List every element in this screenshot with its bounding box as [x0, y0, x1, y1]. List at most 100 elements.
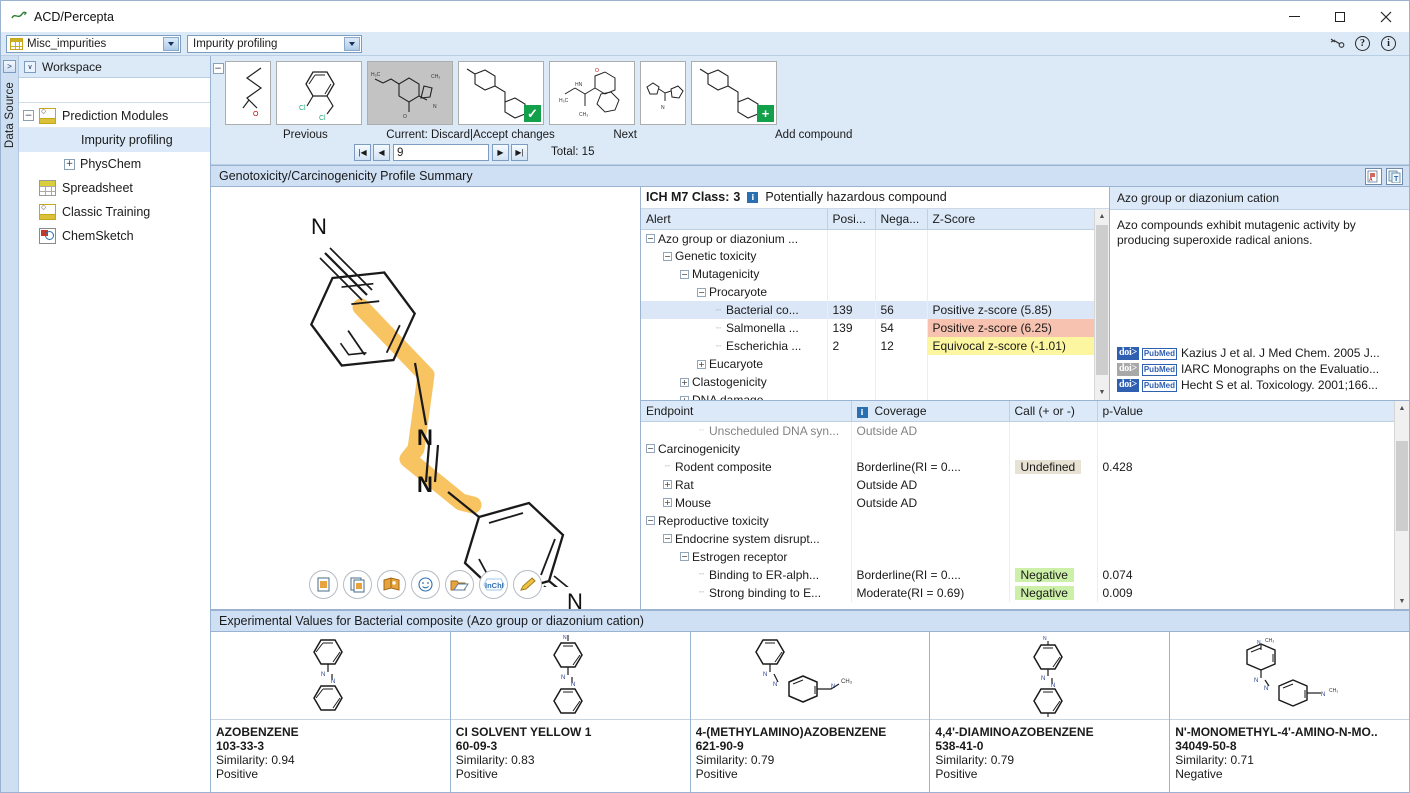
tree-label-cell[interactable]: −Carcinogenicity [641, 440, 851, 458]
endpoint-col-endpoint[interactable]: Endpoint [641, 401, 851, 422]
sidebar-item-prediction-modules[interactable]: − Prediction Modules [19, 104, 210, 128]
table-row[interactable]: +Clastogenicity [641, 373, 1109, 391]
table-row[interactable]: ┈Rodent compositeBorderline(RI = 0....Un… [641, 458, 1409, 476]
endpoint-col-pvalue[interactable]: p-Value [1097, 401, 1409, 422]
doi-link-icon[interactable]: doi> [1117, 347, 1139, 360]
experimental-compound-card[interactable]: NNN4,4'-DIAMINOAZOBENZENE538-41-0Similar… [930, 632, 1170, 792]
tree-toggle-icon[interactable]: − [663, 252, 672, 261]
table-row[interactable]: −Genetic toxicity [641, 247, 1109, 265]
minimize-button[interactable] [1271, 1, 1317, 32]
add-compound-slot[interactable]: + [691, 61, 777, 125]
tree-toggle-icon[interactable]: + [680, 396, 689, 400]
smiles-icon[interactable] [411, 570, 440, 599]
sidebar-item-chemsketch[interactable]: ChemSketch [19, 224, 210, 248]
text-export-icon[interactable]: T [1386, 168, 1403, 185]
sidebar-item-impurity-profiling[interactable]: Impurity profiling [19, 128, 210, 152]
first-compound-button[interactable]: |◀ [354, 144, 371, 161]
reference-item[interactable]: doi>PubMedHecht S et al. Toxicology. 200… [1117, 378, 1402, 393]
tree-toggle-icon[interactable]: − [646, 444, 655, 453]
tree-toggle-icon[interactable]: + [697, 360, 706, 369]
tree-label-cell[interactable]: ┈Strong binding to E... [641, 584, 851, 602]
scroll-up-icon-2[interactable]: ▲ [1395, 401, 1409, 416]
current-actions-label[interactable]: Current: Discard|Accept changes [386, 129, 555, 141]
scrollbar-thumb-2[interactable] [1396, 441, 1408, 531]
table-row[interactable]: ┈Unscheduled DNA syn...Outside AD [641, 422, 1409, 440]
reference-item[interactable]: doi>PubMedIARC Monographs on the Evaluat… [1117, 362, 1402, 377]
tree-label-cell[interactable]: +Clastogenicity [641, 373, 827, 391]
pubmed-link-icon[interactable]: PubMed [1142, 364, 1177, 376]
table-row[interactable]: −Azo group or diazonium ... [641, 229, 1109, 247]
tree-label-cell[interactable]: +Eucaryote [641, 355, 827, 373]
tree-label-cell[interactable]: ┈Salmonella ... [641, 319, 827, 337]
workspace-collapse-icon[interactable]: ∨ [24, 61, 36, 73]
coverage-info-icon[interactable]: i [857, 407, 868, 418]
rail-expand-icon[interactable]: > [3, 60, 16, 73]
table-row[interactable]: +Eucaryote [641, 355, 1109, 373]
table-row[interactable]: −Mutagenicity [641, 265, 1109, 283]
tree-toggle-icon[interactable]: − [23, 110, 34, 121]
tree-label-cell[interactable]: −Endocrine system disrupt... [641, 530, 851, 548]
table-row[interactable]: +MouseOutside AD [641, 494, 1409, 512]
copy-structure-icon[interactable] [309, 570, 338, 599]
tree-toggle-icon[interactable]: + [663, 498, 672, 507]
tree-toggle-icon[interactable]: − [663, 534, 672, 543]
sidebar-item-classic-training[interactable]: Classic Training [19, 200, 210, 224]
module-dropdown[interactable]: Impurity profiling [187, 35, 362, 53]
tree-label-cell[interactable]: ┈Unscheduled DNA syn... [641, 422, 851, 440]
table-row[interactable]: −Endocrine system disrupt... [641, 530, 1409, 548]
help-icon[interactable]: ? [1354, 35, 1371, 52]
alert-col-zscore[interactable]: Z-Score [927, 209, 1109, 230]
scrollbar-thumb[interactable] [1096, 225, 1108, 375]
dataset-dropdown[interactable]: Misc_impurities [6, 35, 181, 53]
tree-toggle-icon[interactable]: + [64, 159, 75, 170]
tree-label-cell[interactable]: −Genetic toxicity [641, 247, 827, 265]
table-row[interactable]: +DNA damage [641, 391, 1109, 400]
tree-label-cell[interactable]: ┈Binding to ER-alph... [641, 566, 851, 584]
table-row[interactable]: ┈Strong binding to E...Moderate(RI = 0.6… [641, 584, 1409, 602]
inchi-icon[interactable]: InChI [479, 570, 508, 599]
tree-label-cell[interactable]: −Procaryote [641, 283, 827, 301]
scroll-down-icon[interactable]: ▼ [1095, 385, 1109, 400]
strip-collapse[interactable]: − [211, 61, 225, 161]
chevron-down-icon-2[interactable] [344, 37, 360, 51]
table-row[interactable]: ┈Bacterial co...13956Positive z-score (5… [641, 301, 1109, 319]
open-folder-icon[interactable] [445, 570, 474, 599]
tree-label-cell[interactable]: ┈Escherichia ... [641, 337, 827, 355]
table-row[interactable]: −Procaryote [641, 283, 1109, 301]
tree-label-cell[interactable]: ┈Bacterial co... [641, 301, 827, 319]
endpoint-col-call[interactable]: Call (+ or -) [1009, 401, 1097, 422]
table-row[interactable]: −Carcinogenicity [641, 440, 1409, 458]
endpoint-col-coverage[interactable]: iCoverage [851, 401, 1009, 422]
previous-compound-button[interactable]: ◀ [373, 144, 390, 161]
compound-thumbnail[interactable]: Cl Cl [276, 61, 362, 125]
table-row[interactable]: ┈Escherichia ...212Equivocal z-score (-1… [641, 337, 1109, 355]
table-row[interactable]: +RatOutside AD [641, 476, 1409, 494]
compound-thumbnail[interactable]: HN O H₃C CH₃ [549, 61, 635, 125]
alert-col-negative[interactable]: Nega... [875, 209, 927, 230]
sidebar-item-spreadsheet[interactable]: Spreadsheet [19, 176, 210, 200]
data-source-rail[interactable]: > Data Source [1, 56, 19, 792]
table-row[interactable]: ┈Binding to ER-alph...Borderline(RI = 0.… [641, 566, 1409, 584]
sidebar-item-physchem[interactable]: + PhysChem [19, 152, 210, 176]
tree-label-cell[interactable]: +Rat [641, 476, 851, 494]
tree-toggle-icon[interactable]: − [697, 288, 706, 297]
compound-index-input[interactable]: 9 [393, 144, 489, 161]
tree-toggle-icon[interactable]: − [680, 552, 689, 561]
alert-col-alert[interactable]: Alert [641, 209, 827, 230]
reference-item[interactable]: doi>PubMedKazius J et al. J Med Chem. 20… [1117, 346, 1402, 361]
doi-link-icon[interactable]: doi> [1117, 379, 1139, 392]
tree-toggle-icon[interactable]: − [646, 516, 655, 525]
structure-viewer[interactable]: N N N [211, 187, 641, 609]
experimental-compound-card[interactable]: NNNCI SOLVENT YELLOW 160-09-3Similarity:… [451, 632, 691, 792]
tree-toggle-icon[interactable]: + [680, 378, 689, 387]
table-row[interactable]: ┈Salmonella ...13954Positive z-score (6.… [641, 319, 1109, 337]
compound-thumbnail[interactable]: ✓ [458, 61, 544, 125]
chevron-down-icon[interactable] [163, 37, 179, 51]
info-icon[interactable]: i [1380, 35, 1397, 52]
experimental-compound-card[interactable]: NCH₃NNNCH₃N'-MONOMETHYL-4'-AMINO-N-MO..3… [1170, 632, 1409, 792]
maximize-button[interactable] [1317, 1, 1363, 32]
edit-pencil-icon[interactable] [513, 570, 542, 599]
compound-thumbnail[interactable]: N [640, 61, 686, 125]
tree-label-cell[interactable]: ┈Rodent composite [641, 458, 851, 476]
doi-link-icon[interactable]: doi> [1117, 363, 1139, 376]
